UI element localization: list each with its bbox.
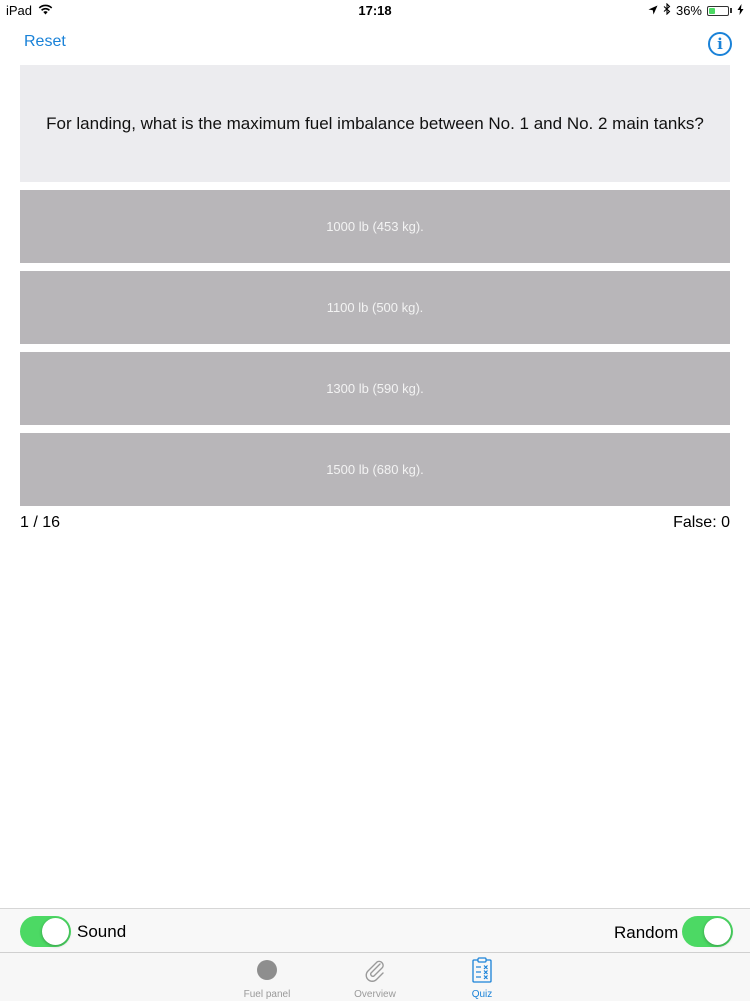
status-right: 36% [648, 2, 744, 18]
battery-percent: 36% [675, 3, 702, 18]
status-bar: iPad 17:18 36% [0, 0, 750, 22]
location-arrow-icon [648, 3, 658, 18]
options-toolbar: Sound Random [0, 908, 750, 953]
sound-toggle-knob [42, 918, 69, 945]
question-box: For landing, what is the maximum fuel im… [20, 65, 730, 182]
charging-bolt-icon [737, 3, 744, 18]
answer-button-2[interactable]: 1100 lb (500 kg). [20, 271, 730, 344]
tab-quiz[interactable]: Quiz [442, 957, 522, 1001]
answer-button-1[interactable]: 1000 lb (453 kg). [20, 190, 730, 263]
sound-label: Sound [77, 922, 127, 941]
question-progress: 1 / 16 [20, 514, 61, 531]
info-icon[interactable]: i [708, 32, 732, 56]
random-toggle[interactable] [682, 916, 733, 947]
question-text: For landing, what is the maximum fuel im… [46, 113, 704, 133]
answer-button-4[interactable]: 1500 lb (680 kg). [20, 433, 730, 506]
clipboard-icon [442, 957, 522, 983]
tab-fuel-panel-label: Fuel panel [243, 989, 291, 1000]
answer-button-3[interactable]: 1300 lb (590 kg). [20, 352, 730, 425]
tab-bar: Fuel panel Overview Quiz [0, 952, 750, 1001]
battery-icon [707, 5, 729, 16]
bluetooth-icon [663, 2, 671, 18]
tab-fuel-panel[interactable]: Fuel panel [227, 957, 307, 1001]
tab-quiz-label: Quiz [471, 989, 493, 1000]
tab-overview-label: Overview [354, 989, 396, 1000]
circle-icon [227, 957, 307, 983]
paperclip-icon [335, 957, 415, 983]
false-count: False: 0 [673, 514, 730, 531]
status-time: 17:18 [358, 3, 392, 18]
random-toggle-knob [704, 918, 731, 945]
battery-tip [730, 8, 732, 13]
tab-overview[interactable]: Overview [335, 957, 415, 1001]
reset-button[interactable]: Reset [24, 33, 66, 51]
sound-toggle[interactable] [20, 916, 71, 947]
battery-fill [709, 7, 715, 14]
random-label: Random [614, 923, 679, 942]
